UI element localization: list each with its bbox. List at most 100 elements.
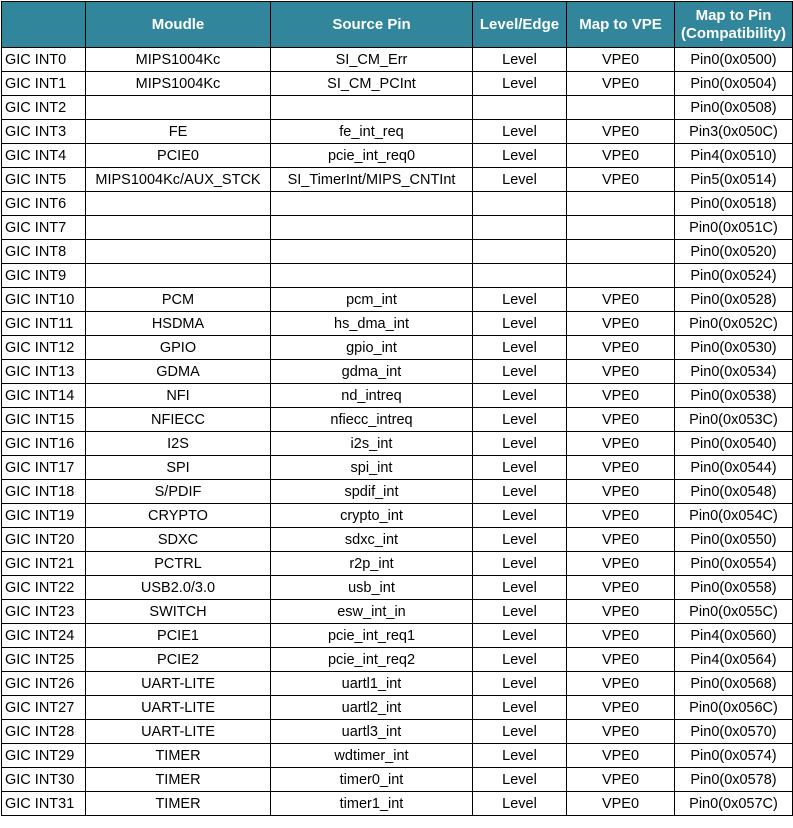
cell-level-edge: Level <box>472 527 567 552</box>
cell-map-vpe: VPE0 <box>566 599 675 624</box>
table-row: GIC INT14 NFI nd_intreq Level VPE0 Pin0(0x053… <box>1 383 793 408</box>
cell-int: GIC INT22 <box>1 575 86 600</box>
cell-int: GIC INT9 <box>1 263 86 288</box>
cell-source-pin <box>270 215 473 240</box>
cell-map-pin: Pin0(0x054C) <box>674 503 793 528</box>
table-row: GIC INT3 FE fe_int_req Level VPE0 Pin3(0x050C… <box>1 119 793 144</box>
cell-map-pin: Pin0(0x0530) <box>674 335 793 360</box>
cell-module <box>85 191 271 216</box>
header-source-pin: Source Pin <box>270 1 473 48</box>
table-row: GIC INT20 SDXC sdxc_int Level VPE0 Pin0(0x055… <box>1 527 793 552</box>
cell-level-edge: Level <box>472 695 567 720</box>
cell-map-pin: Pin0(0x055C) <box>674 599 793 624</box>
cell-module: TIMER <box>85 791 271 816</box>
cell-int: GIC INT19 <box>1 503 86 528</box>
cell-source-pin: uartl3_int <box>270 719 473 744</box>
cell-level-edge: Level <box>472 383 567 408</box>
table-row: GIC INT7 Pin0(0x051C) <box>1 215 793 240</box>
cell-source-pin: SI_CM_Err <box>270 47 473 72</box>
table-row: GIC INT26 UART-LITE uartl1_int Level VPE0 Pin… <box>1 671 793 696</box>
cell-source-pin: gpio_int <box>270 335 473 360</box>
cell-map-vpe: VPE0 <box>566 335 675 360</box>
cell-int: GIC INT1 <box>1 71 86 96</box>
table-row: GIC INT12 GPIO gpio_int Level VPE0 Pin0(0x053… <box>1 335 793 360</box>
cell-module: S/PDIF <box>85 479 271 504</box>
table-row: GIC INT17 SPI spi_int Level VPE0 Pin0(0x0544) <box>1 455 793 480</box>
cell-map-vpe: VPE0 <box>566 287 675 312</box>
cell-int: GIC INT26 <box>1 671 86 696</box>
cell-level-edge: Level <box>472 167 567 192</box>
cell-module <box>85 95 271 120</box>
cell-map-vpe: VPE0 <box>566 143 675 168</box>
cell-source-pin <box>270 239 473 264</box>
cell-source-pin: timer0_int <box>270 767 473 792</box>
table-row: GIC INT21 PCTRL r2p_int Level VPE0 Pin0(0x055… <box>1 551 793 576</box>
cell-int: GIC INT7 <box>1 215 86 240</box>
cell-source-pin <box>270 191 473 216</box>
cell-level-edge: Level <box>472 71 567 96</box>
table-row: GIC INT30 TIMER timer0_int Level VPE0 Pin0(0x… <box>1 767 793 792</box>
cell-map-vpe: VPE0 <box>566 503 675 528</box>
cell-source-pin: nfiecc_intreq <box>270 407 473 432</box>
cell-source-pin: pcie_int_req2 <box>270 647 473 672</box>
cell-source-pin: sdxc_int <box>270 527 473 552</box>
cell-source-pin: nd_intreq <box>270 383 473 408</box>
cell-module: PCTRL <box>85 551 271 576</box>
cell-map-pin: Pin5(0x0514) <box>674 167 793 192</box>
header-level-edge: Level/Edge <box>472 1 567 48</box>
cell-module: TIMER <box>85 767 271 792</box>
cell-module: SPI <box>85 455 271 480</box>
cell-module: NFIECC <box>85 407 271 432</box>
cell-level-edge <box>472 263 567 288</box>
cell-source-pin: pcie_int_req1 <box>270 623 473 648</box>
cell-level-edge <box>472 239 567 264</box>
cell-int: GIC INT15 <box>1 407 86 432</box>
cell-level-edge: Level <box>472 119 567 144</box>
cell-source-pin: spdif_int <box>270 479 473 504</box>
cell-level-edge: Level <box>472 743 567 768</box>
cell-map-vpe: VPE0 <box>566 359 675 384</box>
cell-map-vpe: VPE0 <box>566 119 675 144</box>
cell-int: GIC INT8 <box>1 239 86 264</box>
table-header: Moudle Source Pin Level/Edge Map to VPE … <box>1 1 793 48</box>
cell-module: PCIE1 <box>85 623 271 648</box>
cell-module: UART-LITE <box>85 719 271 744</box>
cell-source-pin: crypto_int <box>270 503 473 528</box>
cell-module: MIPS1004Kc <box>85 47 271 72</box>
cell-map-vpe: VPE0 <box>566 551 675 576</box>
cell-map-vpe: VPE0 <box>566 407 675 432</box>
cell-module: USB2.0/3.0 <box>85 575 271 600</box>
cell-int: GIC INT0 <box>1 47 86 72</box>
cell-map-vpe: VPE0 <box>566 767 675 792</box>
cell-source-pin <box>270 263 473 288</box>
cell-module: CRYPTO <box>85 503 271 528</box>
header-int <box>1 1 86 48</box>
header-row: Moudle Source Pin Level/Edge Map to VPE … <box>1 1 793 48</box>
cell-level-edge: Level <box>472 407 567 432</box>
cell-map-pin: Pin0(0x0544) <box>674 455 793 480</box>
cell-map-pin: Pin0(0x0550) <box>674 527 793 552</box>
cell-module: PCIE0 <box>85 143 271 168</box>
cell-map-vpe: VPE0 <box>566 47 675 72</box>
cell-int: GIC INT6 <box>1 191 86 216</box>
header-map-pin-line2: (Compatibility) <box>681 24 786 42</box>
cell-module: PCM <box>85 287 271 312</box>
cell-source-pin: r2p_int <box>270 551 473 576</box>
table-body: GIC INT0 MIPS1004Kc SI_CM_Err Level VPE0 Pin0… <box>1 47 793 816</box>
table-row: GIC INT24 PCIE1 pcie_int_req1 Level VPE0 Pin4… <box>1 623 793 648</box>
cell-map-vpe <box>566 191 675 216</box>
cell-source-pin: timer1_int <box>270 791 473 816</box>
table-row: GIC INT18 S/PDIF spdif_int Level VPE0 Pin0(0x… <box>1 479 793 504</box>
cell-int: GIC INT28 <box>1 719 86 744</box>
cell-map-vpe: VPE0 <box>566 671 675 696</box>
cell-module: I2S <box>85 431 271 456</box>
cell-int: GIC INT11 <box>1 311 86 336</box>
cell-int: GIC INT25 <box>1 647 86 672</box>
cell-int: GIC INT14 <box>1 383 86 408</box>
cell-source-pin: gdma_int <box>270 359 473 384</box>
cell-int: GIC INT23 <box>1 599 86 624</box>
cell-int: GIC INT3 <box>1 119 86 144</box>
cell-int: GIC INT17 <box>1 455 86 480</box>
cell-map-vpe: VPE0 <box>566 455 675 480</box>
cell-map-vpe: VPE0 <box>566 527 675 552</box>
